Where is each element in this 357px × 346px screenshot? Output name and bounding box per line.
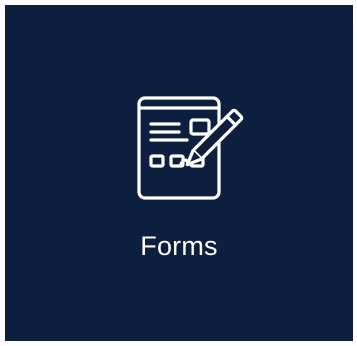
tile-label: Forms xyxy=(140,231,218,261)
forms-tile[interactable]: Forms xyxy=(5,5,353,341)
form-edit-icon xyxy=(135,94,245,202)
